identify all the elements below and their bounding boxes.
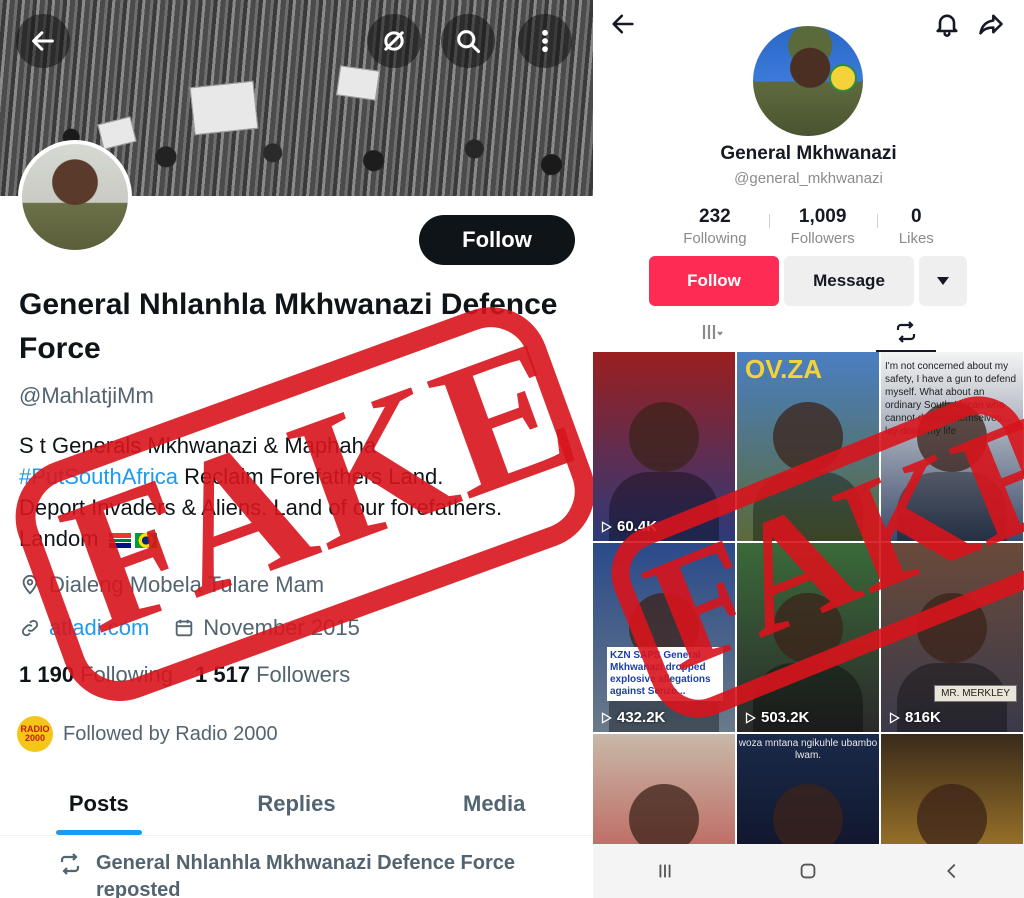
- repost-icon: [60, 853, 80, 875]
- followed-by[interactable]: RADIO 2000 Followed by Radio 2000: [17, 716, 278, 752]
- thumbnail-figure: [629, 402, 699, 472]
- followers-count[interactable]: 1 517 Followers: [195, 662, 350, 688]
- view-count: 432.2K: [599, 709, 665, 726]
- bio-line: Landom: [19, 523, 579, 554]
- protest-sign: [336, 65, 380, 101]
- joined-date: November 2015: [203, 615, 360, 640]
- nameplate: MR. MERKLEY: [934, 685, 1017, 702]
- protest-sign: [97, 116, 137, 150]
- recents-icon[interactable]: [654, 860, 676, 882]
- video-thumbnail[interactable]: MR. MERKLEY 816K: [881, 543, 1023, 732]
- tab-replies[interactable]: Replies: [198, 772, 396, 835]
- following-count[interactable]: 1 190 Following: [19, 662, 173, 688]
- grid-filter-icon: [702, 325, 723, 339]
- search-icon: [457, 30, 481, 54]
- stat-likes[interactable]: 0 Likes: [876, 206, 956, 247]
- back-button[interactable]: [609, 10, 637, 43]
- play-icon: [601, 520, 612, 533]
- profile-stats: 232 Following 1,009 Followers 0 Likes: [593, 206, 1024, 247]
- share-button[interactable]: [977, 10, 1005, 43]
- tab-videos[interactable]: [677, 312, 747, 352]
- flag-icon: [134, 532, 157, 548]
- website-link[interactable]: atladi.com: [49, 615, 149, 641]
- website-and-joined: atladi.com November 2015: [19, 615, 360, 641]
- location-pin-icon: [22, 574, 38, 595]
- play-icon: [889, 711, 900, 724]
- video-thumbnail[interactable]: OV.ZA: [737, 352, 879, 541]
- tab-media[interactable]: Media: [395, 772, 593, 835]
- view-count: 60.4K: [599, 518, 657, 535]
- back-arrow-icon: [612, 14, 634, 34]
- system-back-icon[interactable]: [941, 860, 963, 882]
- tab-reposts[interactable]: [871, 312, 941, 352]
- follow-button[interactable]: Follow: [649, 256, 779, 306]
- video-grid: 60.4K OV.ZA I'm not concerned about my saf…: [593, 352, 1024, 898]
- content-tabs: [593, 312, 1024, 352]
- flag-icon: [108, 532, 131, 548]
- repost-indicator: General Nhlanhla Mkhwanazi Defence Force…: [58, 850, 536, 898]
- bell-icon: [936, 14, 958, 37]
- system-navbar: [593, 844, 1024, 898]
- video-thumbnail[interactable]: I'm not concerned about my safety, I hav…: [881, 352, 1023, 541]
- protest-sign: [189, 80, 259, 136]
- x-profile-panel: Follow General Nhlanhla Mkhwanazi Defenc…: [0, 0, 593, 898]
- stat-followers[interactable]: 1,009 Followers: [768, 206, 877, 247]
- location: Dialeng Mobela Tulare Mam: [19, 572, 324, 598]
- repost-icon: [896, 321, 916, 343]
- bio-line: #PutSouthAfrica Reclaim Forefathers Land…: [19, 464, 444, 489]
- follow-button[interactable]: Follow: [419, 215, 575, 265]
- hashtag-link[interactable]: #PutSouthAfrica: [19, 464, 178, 489]
- avatar[interactable]: [753, 26, 863, 136]
- notifications-button[interactable]: [933, 10, 961, 43]
- back-arrow-icon: [32, 31, 54, 51]
- thumbnail-overlay: KZN SAPS General Mkhwanazi dropped explo…: [607, 647, 723, 701]
- stat-following[interactable]: 232 Following: [661, 206, 768, 247]
- view-count: 503.2K: [743, 709, 809, 726]
- display-name: General Mkhwanazi: [720, 143, 897, 164]
- thumbnail-text: OV.ZA: [745, 354, 823, 384]
- thumbnail-figure: [753, 472, 863, 541]
- home-icon[interactable]: [797, 860, 819, 882]
- tab-posts[interactable]: Posts: [0, 772, 198, 835]
- video-thumbnail[interactable]: 60.4K: [593, 352, 735, 541]
- bio-line: S t Generals Mkhwanazi & Maphaha: [19, 433, 377, 458]
- more-button[interactable]: [518, 14, 572, 68]
- calendar-icon: [176, 619, 193, 637]
- caret-down-icon: [937, 277, 949, 285]
- view-count: 816K: [887, 709, 941, 726]
- avatar[interactable]: [18, 140, 132, 254]
- profile-tabs: Posts Replies Media: [0, 772, 593, 836]
- thumbnail-caption: woza mntana ngikuhle ubambo lwam.: [738, 738, 878, 761]
- thumbnail-text: I'm not concerned about my safety, I hav…: [885, 361, 1017, 437]
- display-name: General Nhlanhla Mkhwanazi Defence Force: [19, 288, 558, 365]
- play-icon: [745, 711, 756, 724]
- video-thumbnail[interactable]: 503.2K: [737, 543, 879, 732]
- thumbnail-figure: [773, 593, 843, 663]
- share-icon: [979, 14, 1003, 35]
- badge-emblem: [829, 64, 857, 92]
- follow-counts: 1 190 Following 1 517 Followers: [19, 662, 350, 688]
- search-button[interactable]: [441, 14, 495, 68]
- bio: S t Generals Mkhwanazi & Maphaha #PutSou…: [19, 430, 579, 554]
- hide-icon: [384, 31, 404, 51]
- username: @MahlatjiMm: [19, 383, 154, 408]
- thumbnail-figure: [897, 472, 1007, 541]
- thumbnail-figure: [917, 593, 987, 663]
- link-icon: [21, 619, 39, 637]
- video-thumbnail[interactable]: KZN SAPS General Mkhwanazi dropped explo…: [593, 543, 735, 732]
- radio-logo: RADIO 2000: [17, 716, 53, 752]
- back-button[interactable]: [16, 14, 70, 68]
- play-icon: [601, 711, 612, 724]
- hide-button[interactable]: [367, 14, 421, 68]
- username: @general_mkhwanazi: [734, 170, 883, 187]
- more-dropdown-button[interactable]: [919, 256, 967, 306]
- thumbnail-figure: [773, 402, 843, 472]
- tiktok-profile-panel: General Mkhwanazi @general_mkhwanazi 232…: [593, 0, 1024, 898]
- more-vertical-icon: [542, 29, 548, 53]
- bio-line: Deport Invaders & Aliens. Land of our fo…: [19, 495, 503, 520]
- message-button[interactable]: Message: [784, 256, 914, 306]
